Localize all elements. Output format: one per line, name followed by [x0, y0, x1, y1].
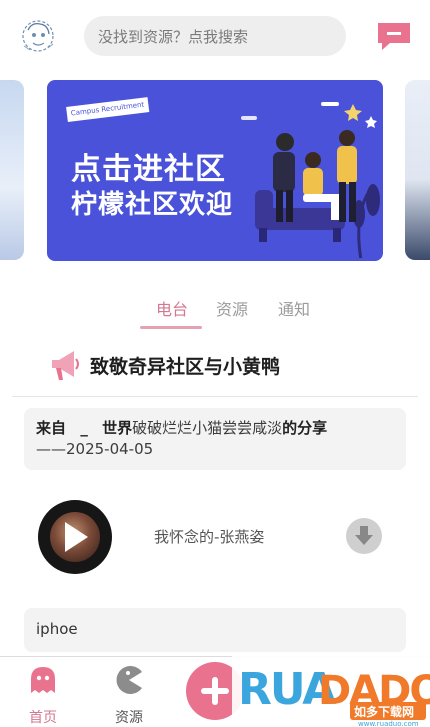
sketch-character-logo[interactable]: [18, 16, 58, 56]
download-icon: [355, 526, 373, 545]
section-title: 致敬奇异社区与小黄鸭: [90, 355, 281, 378]
svg-text:www.ruaduo.com: www.ruaduo.com: [358, 720, 419, 727]
tab-resources[interactable]: 资源: [216, 296, 248, 320]
search-placeholder: 没找到资源？点我搜索: [98, 27, 249, 46]
banner-tag: Campus Recruitment: [66, 97, 150, 122]
nav-item-resources[interactable]: 资源: [99, 663, 159, 726]
share-from-label: 来自: [36, 419, 67, 437]
content-tabs: 电台 资源 通知: [0, 290, 430, 330]
share-title[interactable]: 破破烂烂小猫尝尝咸淡: [132, 419, 282, 437]
community-banner[interactable]: Campus Recruitment 点击进社区 柠檬社区欢迎: [47, 80, 383, 261]
nav-label-resources: 资源: [115, 710, 143, 726]
share-world-label: 世界: [102, 419, 133, 437]
section-divider: [12, 396, 418, 397]
comment-text: iphoe: [36, 620, 78, 638]
audio-list-item[interactable]: 我怀念的-张燕姿: [24, 496, 406, 578]
section-header: 致敬奇异社区与小黄鸭: [48, 345, 280, 385]
share-card[interactable]: 来自 _ 世界破破烂烂小猫尝尝咸淡的分享 ——2025-04-05: [24, 408, 406, 470]
share-suffix: 的分享: [282, 419, 328, 437]
active-tab-indicator: [140, 326, 202, 329]
search-input[interactable]: 没找到资源？点我搜索: [84, 16, 346, 56]
svg-text:如多下载网: 如多下载网: [354, 704, 414, 719]
download-button[interactable]: [346, 518, 382, 554]
banner-headline: 点击进社区: [71, 152, 226, 187]
nav-item-home[interactable]: 首页: [13, 663, 73, 726]
app-header: 没找到资源？点我搜索: [0, 0, 430, 72]
nav-label-home: 首页: [29, 710, 57, 726]
plus-vertical-bar: [212, 677, 218, 705]
play-icon[interactable]: [62, 520, 90, 554]
ghost-icon: [31, 667, 55, 693]
tab-notifications[interactable]: 通知: [278, 296, 310, 320]
banner-subheadline: 柠檬社区欢迎: [71, 190, 234, 220]
people-illustration: [241, 102, 380, 258]
share-source-line: 来自 _ 世界破破烂烂小猫尝尝咸淡的分享: [36, 418, 394, 439]
album-disc[interactable]: [38, 500, 112, 574]
message-icon[interactable]: [376, 21, 412, 51]
ruaduo-watermark-logo: RUA DADO 如多下载网 www.ruaduo.com: [232, 656, 430, 727]
song-title: 我怀念的-张燕姿: [154, 528, 265, 546]
megaphone-icon: [52, 351, 79, 380]
pacman-icon: [116, 666, 142, 694]
banner-prev-slide[interactable]: [0, 80, 24, 260]
banner-next-slide[interactable]: [405, 80, 430, 260]
comment-card[interactable]: iphoe: [24, 608, 406, 652]
tab-radio[interactable]: 电台: [156, 296, 188, 320]
share-date: ——2025-04-05: [36, 440, 154, 458]
share-user[interactable]: _: [80, 419, 88, 437]
